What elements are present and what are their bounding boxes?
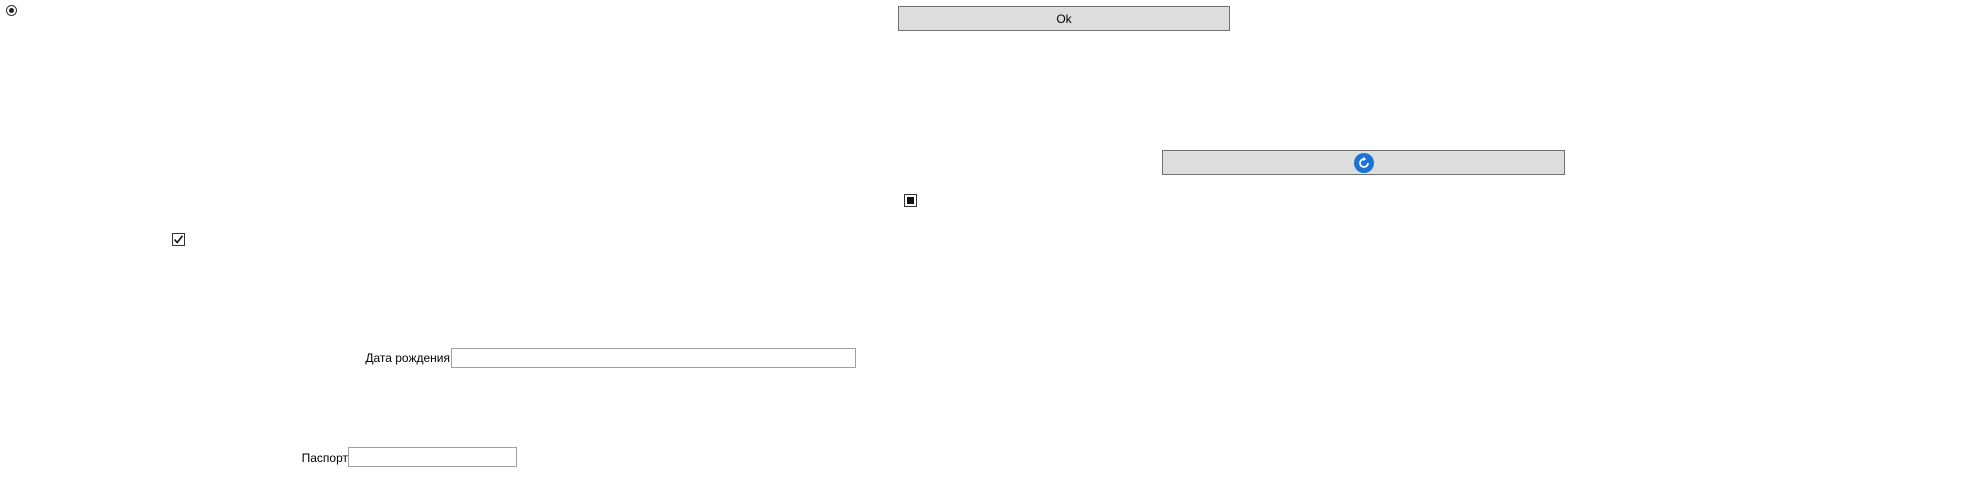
checked-checkbox[interactable] xyxy=(172,233,185,246)
birth-date-label: Дата рождения xyxy=(365,351,450,365)
refresh-button[interactable] xyxy=(1162,150,1565,175)
passport-label: Паспорт xyxy=(301,451,348,465)
radio-button[interactable] xyxy=(6,5,17,16)
indeterminate-mark xyxy=(907,197,914,204)
radio-selected-dot xyxy=(9,8,14,13)
birth-date-input[interactable] xyxy=(451,348,856,368)
checkmark-icon xyxy=(173,235,184,244)
ok-button[interactable]: Ok xyxy=(898,6,1230,31)
refresh-icon xyxy=(1353,152,1374,173)
passport-input[interactable] xyxy=(348,447,517,467)
indeterminate-checkbox[interactable] xyxy=(904,194,917,207)
